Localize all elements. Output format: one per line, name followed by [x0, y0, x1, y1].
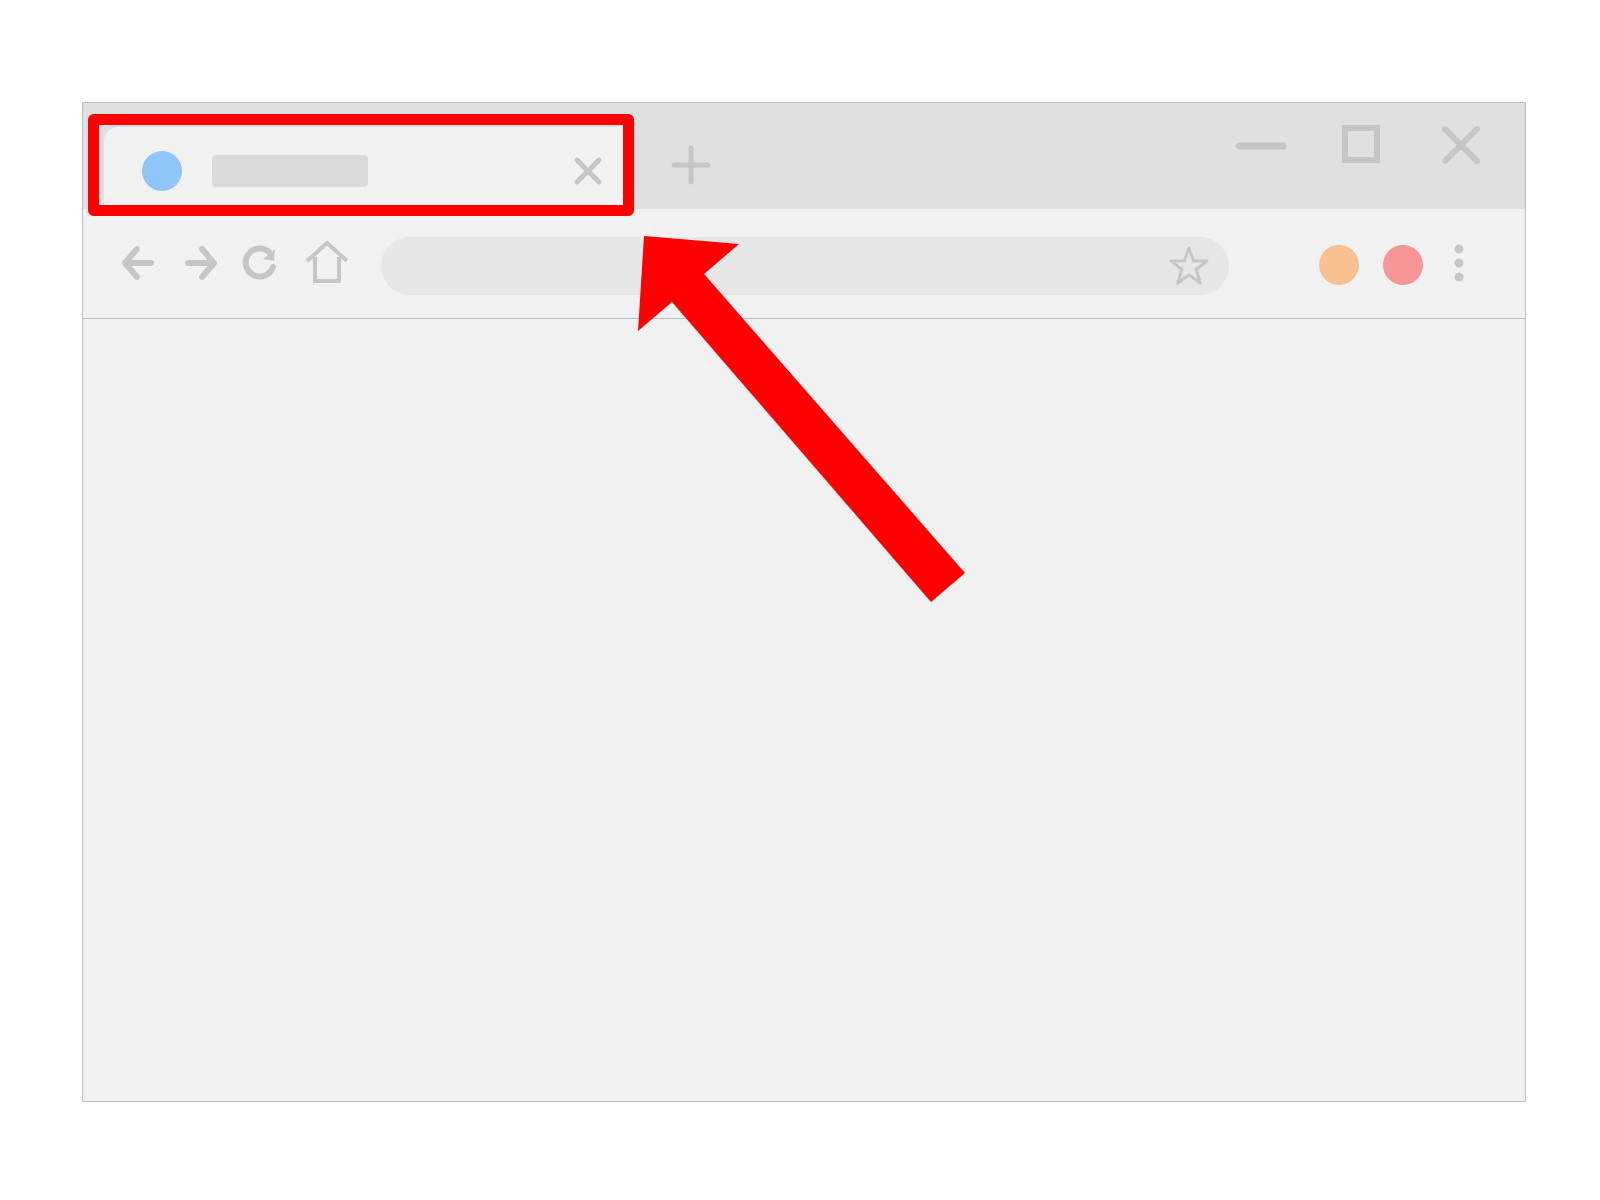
close-icon[interactable]	[1433, 123, 1489, 169]
maximize-icon[interactable]	[1333, 123, 1389, 169]
toolbar	[83, 209, 1525, 319]
extension-red-icon[interactable]	[1383, 245, 1423, 285]
page-content	[83, 319, 1525, 1101]
home-icon[interactable]	[303, 239, 351, 287]
address-input[interactable]	[405, 237, 1129, 297]
browser-window	[82, 102, 1526, 1102]
star-icon[interactable]	[1167, 244, 1211, 288]
reload-icon[interactable]	[237, 239, 285, 287]
extension-orange-icon[interactable]	[1319, 245, 1359, 285]
minimize-icon[interactable]	[1233, 123, 1289, 169]
plus-icon[interactable]	[669, 143, 713, 187]
back-arrow-icon[interactable]	[115, 239, 163, 287]
vertical-dots-icon[interactable]	[1441, 239, 1477, 287]
forward-arrow-icon[interactable]	[176, 239, 224, 287]
address-bar[interactable]	[381, 237, 1229, 297]
tab-highlight-box	[88, 114, 634, 216]
